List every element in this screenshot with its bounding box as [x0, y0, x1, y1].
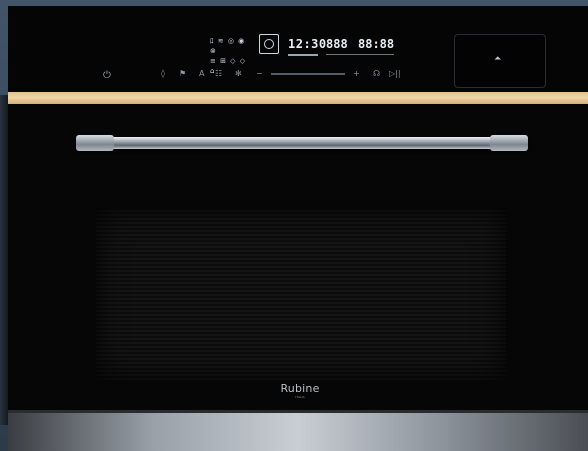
mode-symbols-row1: ﾛ ≋ ◎ ◉ ⊗: [210, 37, 246, 55]
brand-sub: ITALIA: [295, 395, 305, 399]
key-start-pause[interactable]: ▷||: [389, 67, 401, 81]
control-panel: ﾛ ≋ ◎ ◉ ⊗ ≡ ⊞ ◇ ◇ ⌂ 12:30 888 88:88 ⏻ ◊ …: [8, 6, 588, 92]
power-icon: ⏻: [103, 69, 111, 81]
display-time: 12:30: [288, 37, 327, 51]
gold-trim: [8, 92, 588, 104]
steel-bottom-strip: [8, 410, 588, 451]
door-handle[interactable]: [76, 135, 528, 151]
key-auto[interactable]: A: [199, 67, 204, 81]
key-plus[interactable]: +: [353, 67, 360, 81]
display-value-2: 88:88: [358, 37, 395, 51]
cabinet-edge: [0, 95, 8, 425]
key-function[interactable]: ⚑: [179, 67, 186, 81]
built-in-oven: ﾛ ≋ ◎ ◉ ⊗ ≡ ⊞ ◇ ◇ ⌂ 12:30 888 88:88 ⏻ ◊ …: [8, 6, 588, 451]
key-defrost[interactable]: ◊: [161, 67, 165, 81]
key-timer[interactable]: ☊: [373, 67, 380, 81]
lcd-display: ﾛ ≋ ◎ ◉ ⊗ ≡ ⊞ ◇ ◇ ⌂ 12:30 888 88:88: [208, 32, 398, 75]
touch-controls: ◊ ⚑ A ☷ ✻ − + ☊ ▷||: [153, 67, 403, 81]
key-light[interactable]: ✻: [235, 67, 242, 81]
warning-icon: ⏶: [494, 54, 502, 64]
display-underline: [288, 54, 318, 56]
oven-window: [96, 208, 506, 380]
program-icon: [259, 34, 279, 54]
oven-door: Rubine ITALIA: [8, 104, 588, 410]
door-open-panel[interactable]: ⏶: [454, 34, 546, 88]
brand-name: Rubine: [280, 382, 320, 395]
key-minus[interactable]: −: [256, 67, 263, 81]
display-scale: [326, 54, 394, 55]
key-menu[interactable]: ☷: [215, 67, 222, 81]
display-value-1: 888: [326, 37, 348, 51]
power-button[interactable]: ⏻: [100, 68, 114, 82]
touch-slider[interactable]: [271, 73, 345, 75]
brand-logo: Rubine ITALIA: [270, 382, 330, 400]
